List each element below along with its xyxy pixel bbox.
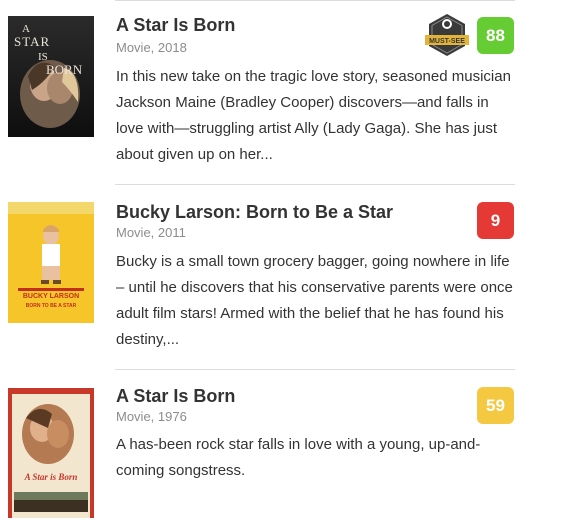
result-description: A has-been rock star falls in love with … [116, 436, 481, 479]
result-meta: Movie, 2018 [116, 40, 187, 55]
must-see-badge-icon: MUST-SEE [425, 12, 469, 58]
result-meta: Movie, 1976 [116, 409, 187, 424]
poster-title-line: BORN [46, 62, 83, 77]
search-results-list: A STAR IS BORN A Star Is Born Movie, 201… [0, 0, 578, 530]
result-meta: Movie, 2011 [116, 225, 186, 240]
must-see-label: MUST-SEE [429, 38, 465, 45]
result-item[interactable]: A Star is Born A Star Is Born Movie, 197… [0, 370, 578, 530]
result-item[interactable]: A STAR IS BORN A Star Is Born Movie, 201… [0, 0, 578, 185]
result-title-link[interactable]: A Star Is Born [116, 15, 235, 36]
poster-image[interactable]: A Star is Born [8, 388, 94, 518]
result-item[interactable]: BUCKY LARSON BORN TO BE A STAR Bucky Lar… [0, 185, 578, 370]
result-description: Bucky is a small town grocery bagger, go… [116, 253, 513, 348]
metascore-badge[interactable]: 88 [477, 17, 514, 54]
metascore-badge[interactable]: 59 [477, 387, 514, 424]
result-description: In this new take on the tragic love stor… [116, 68, 511, 163]
poster-title-line: STAR [14, 34, 50, 49]
result-title-link[interactable]: Bucky Larson: Born to Be a Star [116, 202, 393, 223]
metascore-badge[interactable]: 9 [477, 202, 514, 239]
poster-title-line: BORN TO BE A STAR [26, 303, 77, 309]
poster-title-line: BUCKY LARSON [23, 293, 79, 300]
poster-title-line: A Star is Born [24, 472, 78, 482]
poster-image[interactable]: BUCKY LARSON BORN TO BE A STAR [8, 202, 94, 323]
result-title-link[interactable]: A Star Is Born [116, 386, 235, 407]
poster-image[interactable]: A STAR IS BORN [8, 16, 94, 137]
